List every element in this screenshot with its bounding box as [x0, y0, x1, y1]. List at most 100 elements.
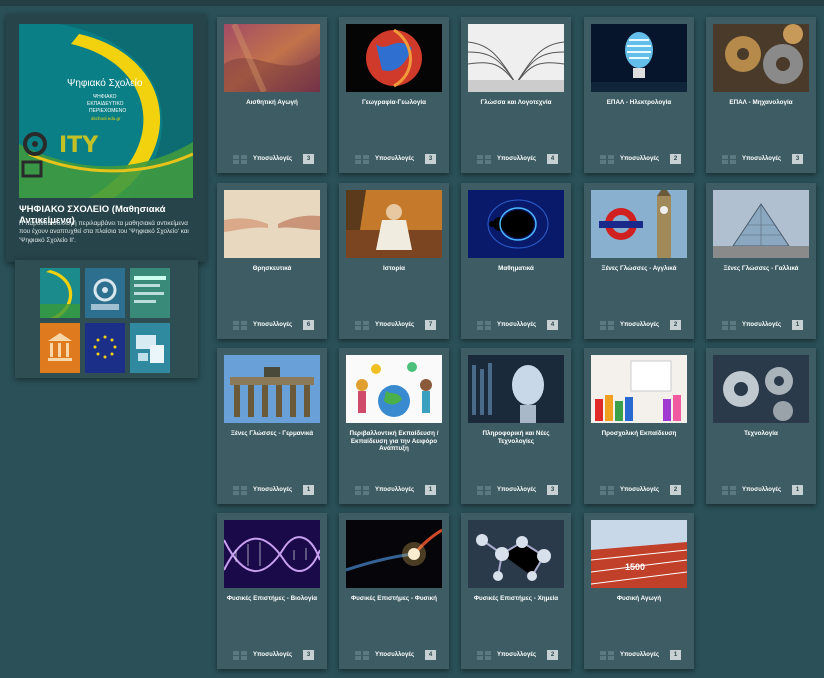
subcollection-card[interactable]: Ξένες Γλώσσες - Αγγλικά Υποσυλλογές 2 [584, 183, 694, 339]
subcollection-card[interactable]: Φυσικές Επιστήμες - Χημεία Υποσυλλογές 2 [461, 513, 571, 669]
subcollection-image[interactable] [468, 190, 564, 258]
subcollection-footer: Υποσυλλογές 2 [584, 311, 694, 339]
subcollections-label[interactable]: Υποσυλλογές [742, 322, 781, 328]
subcollection-title[interactable]: Μαθηματικά [465, 265, 567, 273]
grid-icon [600, 155, 614, 164]
subcollection-title[interactable]: Ξένες Γλώσσες - Αγγλικά [588, 265, 690, 273]
svg-text:Ψηφιακό Σχολείο: Ψηφιακό Σχολείο [67, 77, 143, 89]
featured-collection[interactable]: ITY Ψηφιακό Σχολείο ΨΗΦΙΑΚΟ ΕΚΠΑΙΔΕΥΤΙΚΟ… [6, 14, 206, 262]
subcollection-card[interactable]: Πληροφορική και Νέες Τεχνολογίες Υποσυλλ… [461, 348, 571, 504]
subcollections-label[interactable]: Υποσυλλογές [253, 652, 292, 658]
subcollection-card[interactable]: Φυσικές Επιστήμες - Φυσική Υποσυλλογές 4 [339, 513, 449, 669]
subcollection-title[interactable]: Ξένες Γλώσσες - Γαλλικά [710, 265, 812, 273]
subcollection-image[interactable]: 1500 [591, 520, 687, 588]
subcollection-title[interactable]: Πληροφορική και Νέες Τεχνολογίες [465, 430, 567, 445]
grid-icon [722, 321, 736, 330]
subcollection-card[interactable]: ΕΠΑΛ - Μηχανολογία Υποσυλλογές 3 [706, 17, 816, 173]
subcollection-image[interactable] [224, 24, 320, 92]
subcollection-image[interactable] [713, 190, 809, 258]
subcollection-title[interactable]: Γλώσσα και Λογοτεχνία [465, 99, 567, 107]
subcollections-count-badge: 6 [303, 320, 314, 330]
subcollection-card[interactable]: Γλώσσα και Λογοτεχνία Υποσυλλογές 4 [461, 17, 571, 173]
subcollections-label[interactable]: Υποσυλλογές [253, 487, 292, 493]
subcollection-card[interactable]: Περιβαλλοντική Εκπαίδευση / Εκπαίδευση γ… [339, 348, 449, 504]
featured-thumbnails [15, 260, 198, 378]
subcollections-label[interactable]: Υποσυλλογές [375, 322, 414, 328]
subcollection-title[interactable]: Φυσικές Επιστήμες - Βιολογία [221, 595, 323, 603]
subcollection-image[interactable] [346, 520, 442, 588]
subcollection-card[interactable]: Ξένες Γλώσσες - Γερμανικά Υποσυλλογές 1 [217, 348, 327, 504]
grid-icon [233, 486, 247, 495]
subcollection-title[interactable]: Φυσικές Επιστήμες - Χημεία [465, 595, 567, 603]
subcollection-card[interactable]: Γεωγραφία-Γεωλογία Υποσυλλογές 3 [339, 17, 449, 173]
subcollection-card[interactable]: Θρησκευτικά Υποσυλλογές 6 [217, 183, 327, 339]
subcollections-label[interactable]: Υποσυλλογές [375, 652, 414, 658]
grid-icon [233, 651, 247, 660]
subcollection-card[interactable]: Τεχνολογία Υποσυλλογές 1 [706, 348, 816, 504]
subcollections-label[interactable]: Υποσυλλογές [375, 487, 414, 493]
subcollection-image[interactable] [591, 355, 687, 423]
subcollection-image[interactable] [224, 520, 320, 588]
grid-icon [233, 155, 247, 164]
subcollection-title[interactable]: Φυσικές Επιστήμες - Φυσική [343, 595, 445, 603]
subcollections-label[interactable]: Υποσυλλογές [253, 322, 292, 328]
subcollections-label[interactable]: Υποσυλλογές [375, 156, 414, 162]
subcollection-title[interactable]: ΕΠΑΛ - Μηχανολογία [710, 99, 812, 107]
subcollection-image[interactable] [346, 355, 442, 423]
subcollection-title[interactable]: Τεχνολογία [710, 430, 812, 438]
featured-collection-description: Η παρούσα συλλογή περιλαμβάνει τα μαθησι… [19, 220, 189, 244]
subcollection-card[interactable]: Φυσικές Επιστήμες - Βιολογία Υποσυλλογές… [217, 513, 327, 669]
subcollections-label[interactable]: Υποσυλλογές [620, 156, 659, 162]
subcollection-image[interactable] [468, 355, 564, 423]
subcollection-image[interactable] [346, 24, 442, 92]
subcollection-footer: Υποσυλλογές 1 [706, 476, 816, 504]
grid-icon [355, 321, 369, 330]
subcollections-count-badge: 3 [303, 154, 314, 164]
subcollection-card[interactable]: Ξένες Γλώσσες - Γαλλικά Υποσυλλογές 1 [706, 183, 816, 339]
subcollection-card[interactable]: Προσχολική Εκπαίδευση Υποσυλλογές 2 [584, 348, 694, 504]
subcollection-image[interactable] [468, 24, 564, 92]
subcollection-card[interactable]: Ιστορία Υποσυλλογές 7 [339, 183, 449, 339]
subcollections-label[interactable]: Υποσυλλογές [620, 322, 659, 328]
subcollection-card[interactable]: 1500 Φυσική Αγωγή Υποσυλλογές 1 [584, 513, 694, 669]
subcollection-image[interactable] [713, 355, 809, 423]
subcollections-count-badge: 1 [670, 650, 681, 660]
subcollection-title[interactable]: ΕΠΑΛ - Ηλεκτρολογία [588, 99, 690, 107]
featured-collection-image[interactable]: ITY Ψηφιακό Σχολείο ΨΗΦΙΑΚΟ ΕΚΠΑΙΔΕΥΤΙΚΟ… [19, 24, 193, 198]
subcollections-label[interactable]: Υποσυλλογές [497, 487, 536, 493]
subcollection-title[interactable]: Αισθητική Αγωγή [221, 99, 323, 107]
subcollection-title[interactable]: Ξένες Γλώσσες - Γερμανικά [221, 430, 323, 438]
subcollections-label[interactable]: Υποσυλλογές [742, 487, 781, 493]
subcollection-image[interactable] [591, 190, 687, 258]
subcollections-label[interactable]: Υποσυλλογές [620, 487, 659, 493]
subcollection-card[interactable]: Μαθηματικά Υποσυλλογές 4 [461, 183, 571, 339]
subcollection-title[interactable]: Προσχολική Εκπαίδευση [588, 430, 690, 438]
subcollection-image[interactable] [224, 190, 320, 258]
subcollections-label[interactable]: Υποσυλλογές [497, 322, 536, 328]
subcollections-label[interactable]: Υποσυλλογές [497, 652, 536, 658]
subcollection-card[interactable]: Αισθητική Αγωγή Υποσυλλογές 3 [217, 17, 327, 173]
subcollection-image[interactable] [591, 24, 687, 92]
subcollection-title[interactable]: Περιβαλλοντική Εκπαίδευση / Εκπαίδευση γ… [343, 430, 445, 453]
subcollection-footer: Υποσυλλογές 1 [584, 641, 694, 669]
subcollections-label[interactable]: Υποσυλλογές [620, 652, 659, 658]
subcollection-title[interactable]: Φυσική Αγωγή [588, 595, 690, 603]
subcollection-image[interactable] [713, 24, 809, 92]
subcollection-footer: Υποσυλλογές 1 [706, 311, 816, 339]
subcollection-image[interactable] [468, 520, 564, 588]
subcollection-title[interactable]: Γεωγραφία-Γεωλογία [343, 99, 445, 107]
subcollection-title[interactable]: Ιστορία [343, 265, 445, 273]
subcollection-image[interactable] [224, 355, 320, 423]
subcollections-label[interactable]: Υποσυλλογές [253, 156, 292, 162]
subcollection-footer: Υποσυλλογές 4 [461, 311, 571, 339]
subcollections-count-badge: 2 [547, 650, 558, 660]
subcollections-count-badge: 2 [670, 485, 681, 495]
thumbnail-devices [130, 323, 170, 373]
subcollection-title[interactable]: Θρησκευτικά [221, 265, 323, 273]
thumbnail-film [85, 268, 125, 318]
subcollection-footer: Υποσυλλογές 2 [584, 476, 694, 504]
subcollections-label[interactable]: Υποσυλλογές [497, 156, 536, 162]
subcollections-label[interactable]: Υποσυλλογές [742, 156, 781, 162]
subcollection-card[interactable]: ΕΠΑΛ - Ηλεκτρολογία Υποσυλλογές 2 [584, 17, 694, 173]
subcollection-image[interactable] [346, 190, 442, 258]
